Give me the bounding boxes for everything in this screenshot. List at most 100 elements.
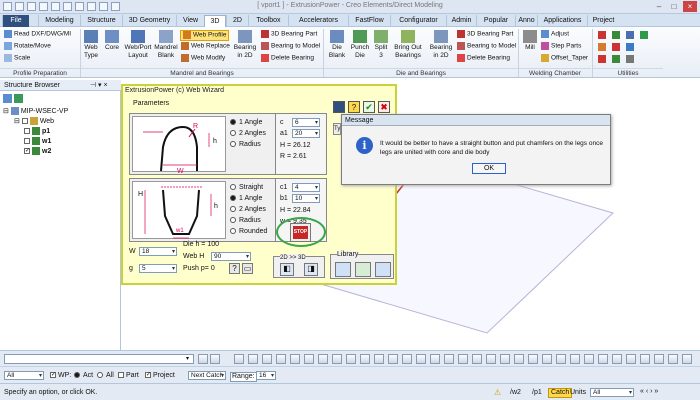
utility-icon[interactable]	[612, 55, 620, 63]
radio-button[interactable]	[230, 228, 236, 235]
radio-bottom-rounded[interactable]: Rounded	[230, 228, 267, 236]
all-radio[interactable]: All	[97, 372, 114, 380]
close-icon[interactable]: ×	[683, 1, 697, 12]
toolbar-tool-icon[interactable]	[500, 354, 510, 364]
ok-button[interactable]: OK	[472, 163, 506, 174]
toolbar-tool-icon[interactable]	[612, 354, 622, 364]
utility-icon[interactable]	[626, 43, 634, 51]
radio-button[interactable]	[230, 195, 236, 202]
chevron-down-icon[interactable]: ▾	[186, 355, 189, 362]
radio-button[interactable]	[97, 372, 103, 379]
radio-top-1angle[interactable]: 1 Angle	[230, 119, 262, 127]
die-blank-button[interactable]: Die Blank	[326, 30, 348, 59]
globe-icon[interactable]	[333, 101, 345, 113]
toolbar-tool-icon[interactable]	[486, 354, 496, 364]
toolbar-tool-icon[interactable]	[402, 354, 412, 364]
toolbar-tool-icon[interactable]	[248, 354, 258, 364]
maximize-icon[interactable]: □	[667, 1, 681, 12]
act-radio[interactable]: Act	[74, 372, 93, 380]
tree-item[interactable]: w1	[24, 137, 51, 146]
tab-configurator[interactable]: Configurator	[390, 15, 446, 27]
radio-top-2angles[interactable]: 2 Angles	[230, 130, 266, 138]
undo-icon[interactable]	[198, 354, 208, 364]
read-dxf-button[interactable]: Read DXF/DWG/MI	[4, 30, 71, 39]
units-select[interactable]: All	[590, 388, 634, 397]
web-port-layout-button[interactable]: Web/Port Layout	[123, 30, 153, 59]
to-3d-right-button[interactable]: ◨	[304, 263, 318, 276]
toolbar-tool-icon[interactable]	[626, 354, 636, 364]
utility-icon[interactable]	[612, 31, 620, 39]
utility-icon[interactable]	[598, 43, 606, 51]
radio-button[interactable]	[230, 184, 236, 191]
part-checkbox[interactable]: Part	[118, 372, 139, 380]
toolbar-tool-icon[interactable]	[542, 354, 552, 364]
toolbar-tool-icon[interactable]	[374, 354, 384, 364]
toolbar-tool-icon[interactable]	[416, 354, 426, 364]
tab-modeling[interactable]: Modeling	[38, 15, 80, 27]
status-nav-icon[interactable]: « ‹ › »	[640, 388, 658, 395]
adjust-button[interactable]: Adjust	[541, 30, 569, 39]
tab-admin[interactable]: Admin	[446, 15, 476, 27]
tree-item[interactable]: ⊟ Web	[14, 117, 54, 126]
tab-accelerators[interactable]: Accelerators	[288, 15, 348, 27]
pin-icon[interactable]: ⊣ ▾ ×	[90, 81, 108, 89]
radio-button[interactable]	[230, 119, 236, 126]
tab-anno[interactable]: Anno	[515, 15, 537, 27]
radio-bottom-1angle[interactable]: 1 Angle	[230, 195, 262, 203]
toolbar-tool-icon[interactable]	[290, 354, 300, 364]
toolbar-tool-icon[interactable]	[360, 354, 370, 364]
command-input[interactable]	[4, 354, 194, 364]
toolbar-tool-icon[interactable]	[276, 354, 286, 364]
visibility-checkbox[interactable]	[24, 128, 30, 134]
radio-button[interactable]	[74, 372, 80, 379]
3d-bearing-part-button[interactable]: 3D Bearing Part	[261, 30, 317, 39]
help-button[interactable]: ?	[229, 263, 240, 274]
a1-select[interactable]: 20	[292, 129, 320, 138]
toolbar-tool-icon[interactable]	[444, 354, 454, 364]
radio-button[interactable]	[230, 217, 236, 224]
radio-bottom-2angles[interactable]: 2 Angles	[230, 206, 266, 214]
W-select[interactable]: 18	[139, 247, 177, 256]
utility-icon[interactable]	[626, 31, 634, 39]
tree-item[interactable]: ✓ w2	[24, 147, 51, 156]
redo-icon[interactable]	[210, 354, 220, 364]
rotate-move-button[interactable]: Rotate/Move	[4, 42, 51, 51]
next-catch-select[interactable]: Next Catch	[188, 371, 226, 380]
c-select[interactable]: 6	[292, 118, 320, 127]
toolbar-tool-icon[interactable]	[388, 354, 398, 364]
toolbar-tool-icon[interactable]	[654, 354, 664, 364]
toolbar-tool-icon[interactable]	[304, 354, 314, 364]
checkbox[interactable]	[118, 372, 124, 379]
accept-icon[interactable]: ✔	[363, 101, 375, 113]
minimize-icon[interactable]: –	[652, 1, 666, 12]
checkbox[interactable]: ✓	[50, 372, 56, 379]
offset-taper-button[interactable]: Offset_Taper	[541, 54, 588, 63]
toolbar-tool-icon[interactable]	[668, 354, 678, 364]
toolbar-tool-icon[interactable]	[430, 354, 440, 364]
toolbar-tool-icon[interactable]	[556, 354, 566, 364]
mill-button[interactable]: Mill	[521, 30, 539, 52]
visibility-checkbox[interactable]	[21, 118, 28, 124]
toolbar-tool-icon[interactable]	[682, 354, 692, 364]
b1-select[interactable]: 10	[292, 194, 320, 203]
range-input[interactable]: 16	[256, 371, 276, 380]
radio-button[interactable]	[230, 206, 236, 213]
punch-die-button[interactable]: Punch Die	[349, 30, 371, 59]
die-bearing-to-model-button[interactable]: Bearing to Model	[457, 42, 516, 51]
toolbar-tool-icon[interactable]	[318, 354, 328, 364]
tab-project[interactable]: Project	[587, 15, 619, 27]
radio-button[interactable]	[230, 141, 236, 148]
tab-fastflow[interactable]: FastFlow	[348, 15, 390, 27]
tree-root[interactable]: ⊟ MIP-WSEC-VP	[3, 107, 68, 116]
toolbar-tool-icon[interactable]	[570, 354, 580, 364]
toolbar-tool-icon[interactable]	[640, 354, 650, 364]
tree-item[interactable]: p1	[24, 127, 50, 136]
toolbar-tool-icon[interactable]	[528, 354, 538, 364]
radio-top-radius[interactable]: Radius	[230, 141, 261, 149]
toolbar-tool-icon[interactable]	[584, 354, 594, 364]
catch-indicator[interactable]: Catch	[548, 388, 573, 398]
library-item-3-icon[interactable]	[375, 262, 391, 277]
toolbar-tool-icon[interactable]	[234, 354, 244, 364]
wp-checkbox[interactable]: ✓ WP:	[50, 372, 71, 380]
checkbox[interactable]: ✓	[145, 372, 151, 379]
